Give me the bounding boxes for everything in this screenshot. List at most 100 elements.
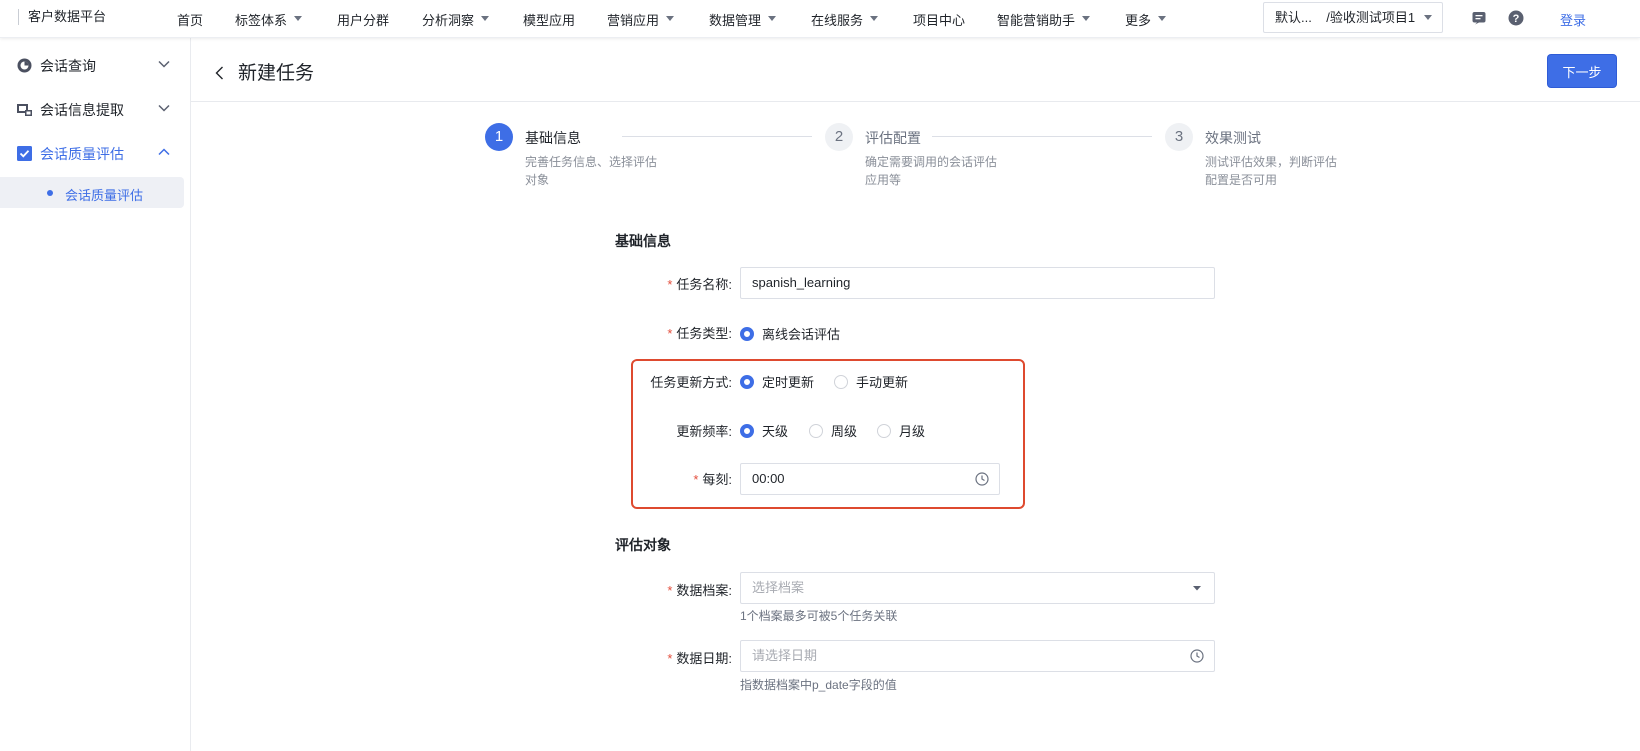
archive-select[interactable]: 选择档案 [740,572,1215,604]
svg-text:?: ? [1513,13,1520,25]
nav-label: 模型应用 [523,12,576,28]
caret-down-icon [870,15,879,21]
step-desc: 确定需要调用的会话评估应用等 [865,155,998,187]
archive-help-text: 1个档案最多可被5个任务关联 [740,609,898,623]
update-mode-scheduled-radio[interactable]: 定时更新 [740,372,814,391]
checkbox-icon [17,146,32,161]
next-step-button[interactable]: 下一步 [1548,55,1616,87]
label-text: 任务名称: [676,277,732,292]
nav-item-marketing[interactable]: 营销应用 [607,0,675,38]
nav-label: 数据管理 [709,12,762,28]
radio-label: 离线会话评估 [762,327,841,342]
nav-label: 营销应用 [607,12,660,28]
caret-down-icon [666,15,675,21]
step-title: 效果测试 [1205,130,1261,146]
sidebar-subitem-quality-eval[interactable]: 会话质量评估 [0,177,184,208]
task-name-label: * 任务名称: [667,274,732,293]
sidebar-item-label: 会话查询 [40,58,96,74]
date-picker-input[interactable]: 请选择日期 [740,640,1215,672]
frequency-daily-radio[interactable]: 天级 [740,421,788,440]
required-mark: * [667,651,673,666]
active-dot-icon [47,190,53,196]
radio-label: 手动更新 [856,375,909,390]
sidebar-item-label: 会话信息提取 [40,102,124,118]
sidebar-item-session-query[interactable]: 会话查询 [0,54,191,76]
nav-label: 用户分群 [337,12,390,28]
caret-down-icon [294,15,303,21]
nav-label: 在线服务 [811,12,864,28]
update-mode-manual-radio[interactable]: 手动更新 [834,372,908,391]
required-mark: * [667,583,673,598]
sidebar-subitem-label: 会话质量评估 [65,188,144,203]
caret-down-icon [481,15,490,21]
project-selector-label: 默认... /验收测试项目1 [1275,10,1416,25]
frequency-weekly-radio[interactable]: 周级 [809,421,857,440]
task-type-offline-radio[interactable]: 离线会话评估 [740,324,840,343]
nav-item-online-service[interactable]: 在线服务 [811,0,879,38]
clock-icon [975,472,989,486]
nav-label: 智能营销助手 [997,12,1076,28]
step-number: 3 [1165,123,1193,151]
nav-label: 分析洞察 [422,12,475,28]
login-link[interactable]: 登录 [1560,10,1586,29]
step-number: 2 [825,123,853,151]
caret-down-icon [1082,15,1091,21]
radio-unchecked-icon [877,423,891,438]
step-title: 基础信息 [525,130,581,146]
nav-label: 更多 [1125,12,1152,28]
sidebar-item-info-extract[interactable]: 会话信息提取 [0,98,191,120]
page-title: 新建任务 [238,63,315,84]
step-desc: 完善任务信息、选择评估对象 [525,155,658,187]
nav-item-marketing-assistant[interactable]: 智能营销助手 [997,0,1091,38]
caret-down-icon [768,15,777,21]
sidebar-item-quality-eval[interactable]: 会话质量评估 [0,142,191,164]
required-mark: * [667,326,673,341]
radio-unchecked-icon [834,374,848,389]
nav-item-tag-system[interactable]: 标签体系 [235,0,303,38]
headset-icon [17,58,32,73]
time-picker-input[interactable]: 00:00 [740,463,1000,495]
update-mode-label: 任务更新方式: [650,375,732,390]
date-label: * 数据日期: [667,648,732,667]
date-help-text: 指数据档案中p_date字段的值 [740,678,897,692]
task-name-input[interactable]: spanish_learning [740,267,1215,299]
section-title-basic: 基础信息 [615,233,671,249]
nav-item-home[interactable]: 首页 [177,0,203,38]
radio-label: 定时更新 [762,375,815,390]
radio-unchecked-icon [809,423,823,438]
frequency-monthly-radio[interactable]: 月级 [877,421,925,440]
archive-label: * 数据档案: [667,580,732,599]
back-arrow-icon[interactable] [215,66,224,80]
step-desc: 测试评估效果，判断评估配置是否可用 [1205,155,1338,187]
nav-item-model-apps[interactable]: 模型应用 [523,0,575,38]
chevron-up-icon [158,148,170,156]
top-navbar: 客户数据平台 首页 标签体系 用户分群 分析洞察 模型应用 营销应用 数据管理 … [0,0,1640,38]
nav-item-project-center[interactable]: 项目中心 [913,0,965,38]
required-mark: * [667,277,673,292]
nav-item-data-management[interactable]: 数据管理 [709,0,777,38]
help-icon[interactable]: ? [1508,10,1524,26]
time-value: 00:00 [752,471,785,486]
chevron-down-icon [158,60,170,68]
nav-label: 首页 [177,12,204,28]
step-connector [622,136,812,137]
section-title-target: 评估对象 [615,537,671,553]
radio-checked-icon [740,326,754,341]
nav-item-more[interactable]: 更多 [1125,0,1167,38]
radio-checked-icon [740,423,754,438]
message-icon[interactable] [1471,10,1487,26]
caret-down-icon [1158,15,1167,21]
clock-icon [1190,649,1204,663]
time-label: * 每刻: [693,469,732,488]
sidebar-item-label: 会话质量评估 [40,146,124,162]
project-selector[interactable]: 默认... /验收测试项目1 [1263,2,1443,33]
step-number: 1 [485,123,513,151]
brand-name[interactable]: 客户数据平台 [18,9,106,25]
sidebar: 会话查询 会话信息提取 会话质量评估 会话质量评估 [0,38,191,751]
nav-item-user-segment[interactable]: 用户分群 [337,0,389,38]
extract-icon [17,104,32,116]
archive-placeholder: 选择档案 [752,580,805,595]
date-placeholder: 请选择日期 [752,648,818,663]
nav-item-analysis[interactable]: 分析洞察 [422,0,490,38]
task-type-label: * 任务类型: [667,323,732,342]
